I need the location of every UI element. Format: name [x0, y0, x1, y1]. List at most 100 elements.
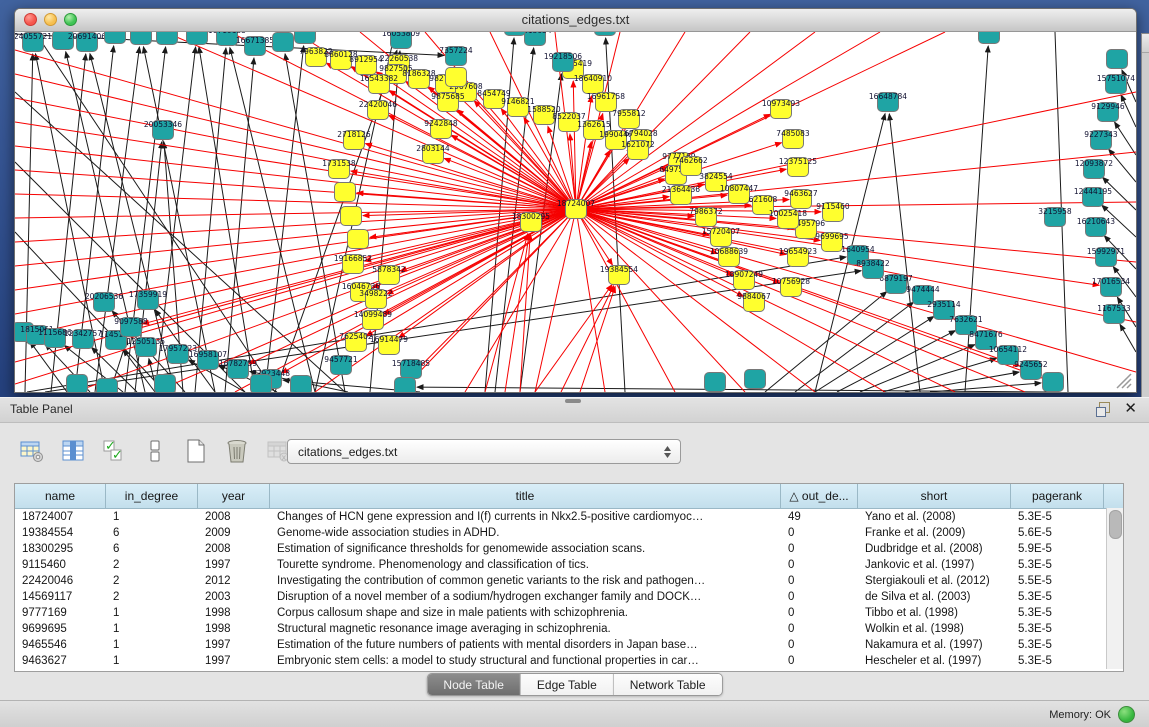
graph-node-yellow[interactable]: 7625402	[339, 332, 373, 352]
graph-node-teal[interactable]: 12444195	[1074, 187, 1112, 207]
graph-node-teal[interactable]	[295, 32, 316, 44]
graph-node-teal[interactable]	[505, 32, 526, 36]
table-row[interactable]: 946362711997Embryonic stem cells: a mode…	[15, 653, 1123, 669]
cell-name[interactable]: 18724007	[15, 509, 106, 525]
cell-pagerank[interactable]: 5.3E-5	[1011, 621, 1104, 637]
cell-short[interactable]: Franke et al. (2009)	[858, 525, 1011, 541]
cell-name[interactable]: 9777169	[15, 605, 106, 621]
cell-pagerank[interactable]: 5.9E-5	[1011, 541, 1104, 557]
graph-node-teal[interactable]: 1167533	[1097, 304, 1131, 324]
graph-node-teal[interactable]: 16210643	[1077, 217, 1115, 237]
select-all-checks-icon[interactable]: ✓✓	[100, 437, 128, 465]
graph-node-teal[interactable]: 15751074	[1097, 74, 1135, 94]
graph-node-teal[interactable]	[273, 33, 294, 52]
tab-edge-table[interactable]: Edge Table	[521, 674, 614, 695]
cell-year[interactable]: 1998	[198, 605, 270, 621]
graph-node-teal[interactable]: 9227343	[1084, 130, 1118, 150]
graph-node-yellow[interactable]: 16914479	[370, 335, 408, 355]
float-panel-icon[interactable]	[1096, 402, 1110, 416]
graph-node-teal[interactable]: 20206536	[85, 292, 123, 312]
cell-in_degree[interactable]: 6	[106, 525, 198, 541]
cell-out_de[interactable]: 0	[781, 621, 858, 637]
cell-in_degree[interactable]: 1	[106, 637, 198, 653]
graph-node-yellow[interactable]: 8912954	[349, 55, 383, 75]
cell-short[interactable]: Yano et al. (2008)	[858, 509, 1011, 525]
graph-node-teal[interactable]: 9457721	[324, 355, 358, 375]
cell-pagerank[interactable]: 5.3E-5	[1011, 589, 1104, 605]
table-row[interactable]: 977716911998Corpus callosum shape and si…	[15, 605, 1123, 621]
graph-node-teal[interactable]: 24055721	[15, 32, 52, 52]
cell-pagerank[interactable]: 5.3E-5	[1011, 557, 1104, 573]
graph-node-teal[interactable]: 7357224	[439, 46, 473, 66]
cell-pagerank[interactable]: 5.3E-5	[1011, 509, 1104, 525]
graph-node-yellow[interactable]	[348, 230, 369, 249]
cell-short[interactable]: Jankovic et al. (1997)	[858, 557, 1011, 573]
cell-in_degree[interactable]: 6	[106, 541, 198, 557]
cell-name[interactable]: 9463627	[15, 653, 106, 669]
cell-year[interactable]: 2009	[198, 525, 270, 541]
graph-node-yellow[interactable]: 2718126	[337, 130, 371, 150]
graph-node-yellow[interactable]: 1621072	[621, 140, 655, 160]
table-selector-dropdown[interactable]: citations_edges.txt	[287, 439, 681, 464]
cell-name[interactable]: 18300295	[15, 541, 106, 557]
cell-name[interactable]: 14569117	[15, 589, 106, 605]
cell-out_de[interactable]: 0	[781, 637, 858, 653]
cell-year[interactable]: 2008	[198, 509, 270, 525]
cell-out_de[interactable]: 0	[781, 605, 858, 621]
column-header-name[interactable]: name	[15, 484, 106, 508]
cell-pagerank[interactable]: 5.3E-5	[1011, 637, 1104, 653]
table-scrollbar[interactable]	[1106, 508, 1123, 669]
cell-pagerank[interactable]: 5.3E-5	[1011, 653, 1104, 669]
close-panel-icon[interactable]: ✕	[1124, 400, 1137, 418]
graph-node-teal[interactable]: 3215958	[1038, 207, 1072, 227]
cell-short[interactable]: Dudbridge et al. (2008)	[858, 541, 1011, 557]
graph-node-teal[interactable]	[155, 375, 176, 393]
graph-node-teal[interactable]	[1043, 373, 1064, 392]
table-row[interactable]: 946554611997Estimation of the future num…	[15, 637, 1123, 653]
cell-title[interactable]: Genome-wide association studies in ADHD.	[270, 525, 781, 541]
graph-node-yellow[interactable]: 18640910	[574, 74, 612, 94]
graph-node-yellow[interactable]	[341, 207, 362, 226]
resize-grip[interactable]	[1117, 374, 1131, 388]
graph-node-teal[interactable]	[67, 375, 88, 393]
show-columns-icon[interactable]	[59, 437, 87, 465]
table-row[interactable]: 911546021997Tourette syndrome. Phenomeno…	[15, 557, 1123, 573]
cell-title[interactable]: Estimation of the future numbers of pati…	[270, 637, 781, 653]
tab-network-table[interactable]: Network Table	[614, 674, 722, 695]
cell-pagerank[interactable]: 5.3E-5	[1011, 605, 1104, 621]
create-column-icon[interactable]	[182, 437, 210, 465]
network-canvas[interactable]: 1872400718300295796382288601288912954222…	[15, 32, 1136, 392]
cell-in_degree[interactable]: 2	[106, 573, 198, 589]
graph-node-yellow[interactable]	[446, 68, 467, 87]
cell-name[interactable]: 19384554	[15, 525, 106, 541]
graph-node-yellow[interactable]: 7485083	[776, 129, 810, 149]
cell-short[interactable]: Stergiakouli et al. (2012)	[858, 573, 1011, 589]
column-header-year[interactable]: year	[198, 484, 270, 508]
table-row[interactable]: 1872400712008Changes of HCN gene express…	[15, 509, 1123, 525]
graph-node-teal[interactable]	[1107, 50, 1128, 69]
cell-short[interactable]: Wolkin et al. (1998)	[858, 621, 1011, 637]
cell-year[interactable]: 1997	[198, 637, 270, 653]
cell-in_degree[interactable]: 2	[106, 589, 198, 605]
graph-node-teal[interactable]	[291, 376, 312, 393]
column-header-title[interactable]: title	[270, 484, 781, 508]
graph-node-teal[interactable]: 16648784	[869, 92, 907, 112]
graph-node-yellow[interactable]: 21364436	[662, 185, 700, 205]
cell-short[interactable]: de Silva et al. (2003)	[858, 589, 1011, 605]
cell-out_de[interactable]: 0	[781, 557, 858, 573]
graph-node-teal[interactable]	[251, 375, 272, 393]
graph-node-teal[interactable]	[595, 32, 616, 36]
graph-node-teal[interactable]: 15992971	[1087, 247, 1125, 267]
cell-name[interactable]: 22420046	[15, 573, 106, 589]
cell-out_de[interactable]: 0	[781, 653, 858, 669]
cell-title[interactable]: Tourette syndrome. Phenomenology and cla…	[270, 557, 781, 573]
cell-title[interactable]: Estimation of significance thresholds fo…	[270, 541, 781, 557]
column-header-out_de[interactable]: △ out_de...	[781, 484, 858, 508]
graph-node-teal[interactable]: 12093872	[1075, 159, 1113, 179]
cell-name[interactable]: 9465546	[15, 637, 106, 653]
column-header-in_degree[interactable]: in_degree	[106, 484, 198, 508]
graph-node-yellow[interactable]: 10756928	[772, 277, 810, 297]
cell-year[interactable]: 2003	[198, 589, 270, 605]
tab-node-table[interactable]: Node Table	[427, 674, 521, 695]
graph-node-yellow[interactable]	[335, 183, 356, 202]
